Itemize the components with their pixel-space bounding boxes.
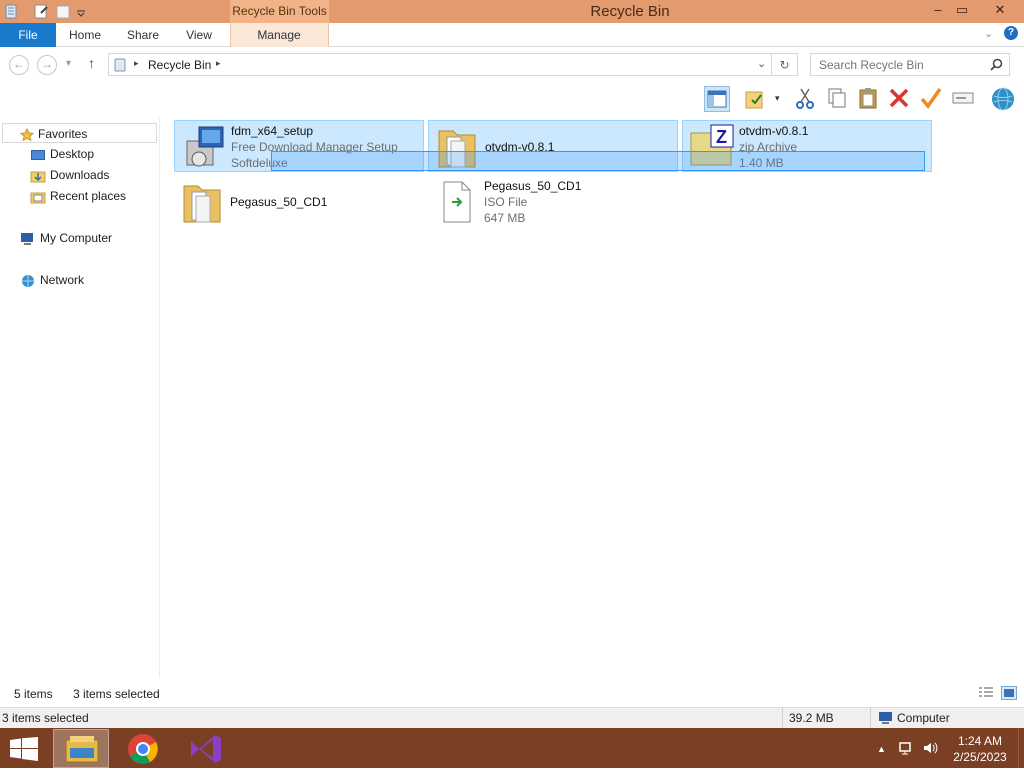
show-hidden-icons-icon[interactable]: ▲ — [877, 744, 886, 754]
tab-manage[interactable]: Manage — [240, 23, 318, 47]
recent-locations-icon[interactable]: ▾ — [66, 58, 71, 69]
file-tile[interactable]: Pegasus_50_CD1 — [174, 176, 424, 228]
downloads-folder-icon — [30, 169, 46, 183]
restore-checkmark-icon[interactable] — [918, 86, 944, 112]
breadcrumb-recycle-bin[interactable]: Recycle Bin — [148, 58, 211, 72]
file-name: Pegasus_50_CD1 — [230, 195, 328, 209]
paste-icon[interactable] — [855, 86, 881, 112]
selection-rectangle — [271, 151, 925, 171]
title-bar: Recycle Bin Tools Recycle Bin – ▭ ✕ — [0, 0, 1024, 23]
forward-button[interactable]: → — [37, 55, 57, 75]
nav-my-computer-label: My Computer — [40, 231, 113, 245]
status-divider — [782, 707, 783, 728]
chrome-taskbar-button[interactable] — [115, 729, 171, 768]
desktop-icon — [30, 148, 46, 162]
rename-icon[interactable] — [950, 86, 976, 112]
selection-size: 39.2 MB — [789, 711, 834, 725]
file-type: ISO File — [484, 195, 528, 209]
help-icon[interactable]: ? — [1004, 26, 1018, 40]
volume-icon[interactable] — [922, 740, 938, 759]
address-dropdown-icon[interactable]: ⌄ — [757, 57, 766, 70]
close-button[interactable]: ✕ — [986, 0, 1014, 20]
computer-icon — [878, 711, 894, 728]
tab-view[interactable]: View — [174, 23, 224, 47]
system-clock[interactable]: 1:24 AM 2/25/2023 — [950, 733, 1010, 765]
back-button[interactable]: ← — [9, 55, 29, 75]
ribbon-expand-icon[interactable]: ⌄ — [984, 27, 993, 40]
tab-file[interactable]: File — [0, 23, 56, 47]
nav-item-recent-places[interactable]: Recent places — [30, 186, 126, 206]
maximize-button[interactable]: ▭ — [948, 0, 976, 20]
network-icon — [20, 274, 36, 288]
address-bar[interactable]: ▸ Recycle Bin ▸ ⌄ — [108, 53, 772, 76]
nav-item-label: Recent places — [50, 189, 127, 203]
status-divider — [870, 707, 871, 728]
show-desktop-button[interactable] — [1018, 728, 1024, 768]
ribbon-tab-bar: File Home Share View Manage ⌄ ? — [0, 23, 1024, 47]
tab-share[interactable]: Share — [118, 23, 168, 47]
network-globe-icon[interactable] — [990, 86, 1016, 112]
recycle-bin-icon — [112, 57, 128, 76]
breadcrumb-chevron-icon[interactable]: ▸ — [216, 58, 221, 69]
file-explorer-taskbar-button[interactable] — [53, 729, 109, 768]
windows-start-icon[interactable] — [10, 737, 38, 764]
svg-text:Z: Z — [716, 127, 727, 147]
cut-icon[interactable] — [792, 86, 818, 112]
bottom-selection-count: 3 items selected — [2, 711, 89, 725]
search-input[interactable] — [811, 54, 987, 75]
up-button[interactable]: ↑ — [88, 55, 95, 71]
file-name: Pegasus_50_CD1 — [484, 179, 582, 193]
preview-pane-icon[interactable] — [704, 86, 730, 112]
copy-icon[interactable] — [824, 86, 850, 112]
search-icon[interactable] — [990, 58, 1003, 74]
file-tile[interactable]: Pegasus_50_CD1 ISO File 647 MB — [428, 176, 678, 228]
refresh-button[interactable]: ↻ — [772, 53, 798, 76]
recent-places-icon — [30, 190, 46, 204]
breadcrumb-chevron-icon[interactable]: ▸ — [134, 58, 139, 69]
nav-favorites-label: Favorites — [38, 127, 88, 141]
details-view-icon[interactable] — [978, 686, 994, 700]
clock-date: 2/25/2023 — [953, 750, 1007, 764]
nav-item-downloads[interactable]: Downloads — [30, 165, 109, 185]
folder-icon — [178, 178, 226, 226]
nav-network[interactable]: Network — [20, 270, 84, 290]
iso-file-icon — [432, 178, 480, 226]
clock-time: 1:24 AM — [957, 734, 1003, 748]
window-title: Recycle Bin — [590, 3, 670, 20]
search-box[interactable] — [810, 53, 1010, 76]
nav-item-desktop[interactable]: Desktop — [30, 144, 94, 164]
location-label: Computer — [897, 711, 950, 725]
computer-icon — [20, 232, 36, 246]
file-size: 647 MB — [484, 211, 526, 225]
item-count: 5 items — [14, 687, 53, 701]
nav-network-label: Network — [40, 273, 85, 287]
nav-item-label: Downloads — [50, 168, 110, 182]
network-tray-icon[interactable] — [898, 740, 914, 759]
select-folder-icon[interactable] — [742, 86, 768, 112]
tab-home[interactable]: Home — [60, 23, 110, 47]
file-name: otvdm-v0.8.1 — [739, 124, 809, 138]
delete-icon[interactable] — [886, 86, 912, 112]
large-icons-view-icon[interactable] — [1001, 686, 1017, 700]
selection-count: 3 items selected — [73, 687, 160, 701]
dropdown-arrow-icon[interactable]: ▾ — [775, 93, 780, 104]
nav-my-computer[interactable]: My Computer — [20, 228, 112, 248]
installer-icon — [179, 123, 227, 171]
star-icon — [19, 127, 35, 142]
nav-item-label: Desktop — [50, 147, 95, 161]
status-bar: 5 items 3 items selected — [0, 684, 1024, 706]
visual-studio-taskbar-button[interactable] — [177, 729, 233, 768]
nav-favorites[interactable]: Favorites — [2, 123, 157, 143]
file-name: fdm_x64_setup — [231, 124, 314, 138]
